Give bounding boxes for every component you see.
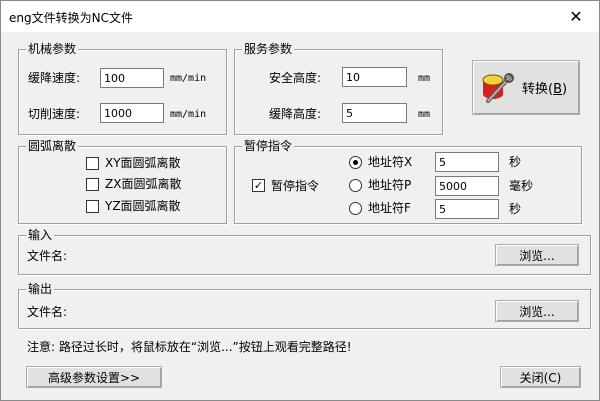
advanced-settings-button[interactable]: 高级参数设置>> — [26, 366, 162, 388]
address-p-radio[interactable] — [349, 179, 362, 192]
mech-params-group: 机械参数 缓降速度: mm/min 切削速度: mm/min — [18, 41, 227, 135]
tools-icon — [480, 71, 514, 105]
descent-speed-input[interactable] — [100, 68, 164, 88]
safe-height-input[interactable] — [342, 67, 407, 87]
address-x-label: 地址符X — [368, 155, 413, 169]
address-x-unit: 秒 — [509, 155, 522, 169]
address-p-label: 地址符P — [368, 178, 412, 192]
zx-arc-checkbox[interactable] — [86, 178, 99, 191]
output-group: 输出 文件名: 浏览... — [18, 281, 591, 329]
descent-height-unit: mm — [418, 109, 431, 120]
pause-check-label: 暂停指令 — [271, 179, 320, 193]
xy-arc-checkbox[interactable] — [86, 157, 99, 170]
address-x-radio[interactable] — [349, 156, 362, 169]
note-text: 注意: 路径过长时，将鼠标放在“浏览...”按钮上观看完整路径! — [27, 340, 352, 354]
arc-discretize-group: 圆弧离散 XY面圆弧离散 ZX面圆弧离散 YZ面圆弧离散 — [18, 138, 227, 224]
service-params-group: 服务参数 安全高度: mm 缓降高度: mm — [234, 41, 443, 135]
close-window-icon[interactable]: ✕ — [553, 1, 599, 32]
safe-height-unit: mm — [418, 73, 431, 84]
safe-height-label: 安全高度: — [269, 71, 322, 85]
pause-checkbox[interactable]: ✓ — [252, 179, 265, 192]
address-f-label: 地址符F — [368, 201, 411, 215]
zx-arc-label: ZX面圆弧离散 — [105, 177, 182, 191]
cut-speed-unit: mm/min — [170, 109, 207, 120]
dialog-window: eng文件转换为NC文件 ✕ 机械参数 缓降速度: mm/min 切削速度: m… — [0, 0, 600, 401]
cut-speed-input[interactable] — [100, 103, 164, 123]
address-f-unit: 秒 — [509, 202, 522, 216]
output-title: 输出 — [26, 281, 55, 297]
xy-arc-label: XY面圆弧离散 — [105, 156, 181, 170]
mech-params-title: 机械参数 — [26, 41, 79, 57]
output-file-label: 文件名: — [27, 305, 68, 319]
address-x-input[interactable] — [435, 152, 499, 172]
address-p-input[interactable] — [435, 176, 499, 196]
pause-command-title: 暂停指令 — [242, 138, 295, 154]
pause-command-group: 暂停指令 ✓ 暂停指令 地址符X 秒 地址符P 毫秒 地址符F 秒 — [234, 138, 582, 224]
cut-speed-label: 切削速度: — [28, 107, 81, 121]
descent-height-input[interactable] — [342, 103, 407, 123]
input-title: 输入 — [26, 227, 55, 243]
descent-height-label: 缓降高度: — [269, 107, 322, 121]
descent-speed-label: 缓降速度: — [28, 71, 81, 85]
arc-discretize-title: 圆弧离散 — [26, 138, 79, 154]
address-p-unit: 毫秒 — [509, 179, 534, 193]
address-f-radio[interactable] — [349, 202, 362, 215]
title-bar[interactable]: eng文件转换为NC文件 ✕ — [1, 1, 599, 32]
input-file-label: 文件名: — [27, 249, 68, 263]
yz-arc-checkbox[interactable] — [86, 200, 99, 213]
output-browse-button[interactable]: 浏览... — [495, 300, 579, 322]
service-params-title: 服务参数 — [242, 41, 295, 57]
input-group: 输入 文件名: 浏览... — [18, 227, 591, 275]
descent-speed-unit: mm/min — [170, 73, 207, 84]
convert-label: 转换(B) — [522, 82, 568, 97]
convert-button[interactable]: 转换(B) — [472, 60, 580, 115]
yz-arc-label: YZ面圆弧离散 — [105, 199, 181, 213]
input-browse-button[interactable]: 浏览... — [495, 244, 579, 266]
close-button[interactable]: 关闭(C) — [500, 366, 581, 388]
window-title: eng文件转换为NC文件 — [9, 11, 133, 25]
address-f-input[interactable] — [435, 199, 499, 219]
